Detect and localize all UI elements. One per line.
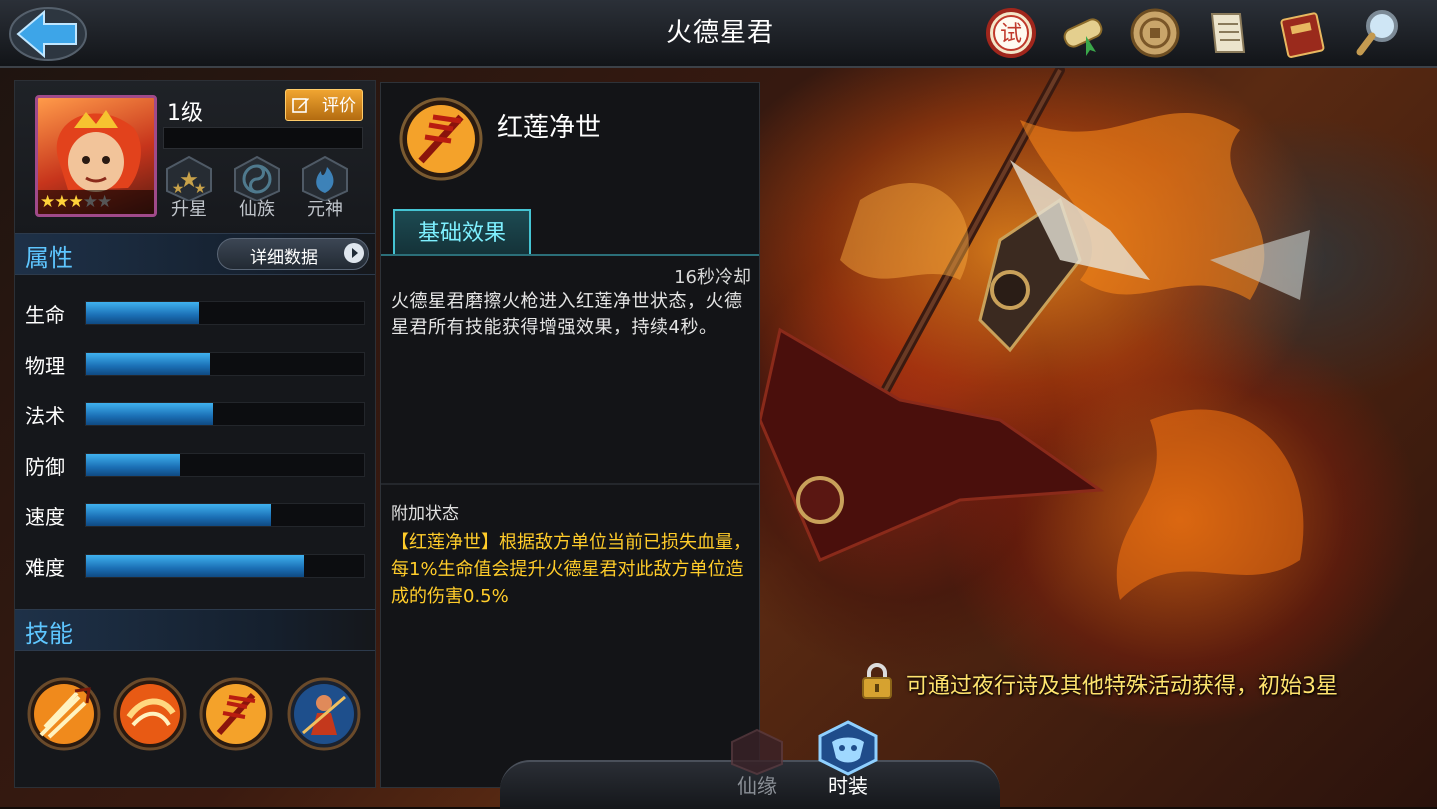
- hero-star-rating: ★★★★★: [38, 190, 154, 214]
- section-divider: [381, 483, 759, 485]
- skill-detail-panel: 红莲净世 基础效果 16秒冷却 火德星君磨擦火枪进入红莲净世状态，火德星君所有技…: [380, 82, 760, 788]
- top-bar: 火德星君 试: [0, 0, 1437, 68]
- document-icon[interactable]: [1200, 6, 1254, 60]
- attribute-row: 生命: [25, 297, 365, 327]
- attribute-name: 生命: [25, 303, 65, 327]
- skill-slot-4[interactable]: [287, 677, 361, 751]
- attribute-name: 难度: [25, 555, 65, 580]
- attribute-row: 难度: [25, 550, 365, 580]
- star-upgrade-label: 升星: [171, 199, 207, 220]
- unlock-notice-text: 可通过夜行诗及其他特殊活动获得，初始3星: [906, 674, 1338, 699]
- attribute-bar-track: [85, 553, 365, 578]
- attribute-name: 速度: [25, 505, 65, 529]
- trial-glyph: 试: [1000, 22, 1022, 47]
- attribute-bar-track: [85, 452, 365, 477]
- attribute-bar-track: [85, 351, 365, 376]
- tab-costume[interactable]: 时装: [812, 720, 884, 806]
- fate-tab-label: 仙缘: [737, 774, 777, 798]
- edit-icon: [292, 98, 309, 113]
- costume-mask-icon: [818, 720, 878, 776]
- trial-icon[interactable]: 试: [984, 6, 1038, 60]
- skill-slot-2[interactable]: [113, 677, 187, 751]
- trident-fire-skill-icon: [27, 677, 101, 751]
- red-lotus-skill-large-icon: [399, 97, 483, 181]
- coin-icon[interactable]: [1128, 6, 1182, 60]
- detail-data-button[interactable]: 详细数据: [217, 238, 369, 270]
- back-button[interactable]: [6, 4, 88, 62]
- attribute-name: 物理: [25, 353, 65, 378]
- attribute-bar-fill: [86, 453, 180, 476]
- extra-status-description: 【红莲净世】根据敌方单位当前已损失血量，每1%生命值会提升火德星君对此敌方单位造…: [391, 532, 751, 607]
- level-progress-bar: [163, 127, 363, 149]
- skills-header: 技能: [15, 609, 375, 651]
- attribute-bar-track: [85, 503, 365, 527]
- attribute-row: 防御: [25, 449, 365, 479]
- attribute-row: 法术: [25, 398, 365, 428]
- skill-name: 红莲净世: [497, 113, 602, 143]
- stars-earned: ★★★: [40, 192, 84, 212]
- race-button[interactable]: 仙族: [229, 155, 285, 225]
- fire-slash-skill-icon: [113, 677, 187, 751]
- fate-tab-icon: [731, 728, 783, 776]
- attribute-bar-fill: [86, 352, 210, 375]
- lock-icon: [862, 663, 892, 699]
- extra-status-title: 附加状态: [391, 504, 459, 524]
- tab-fate[interactable]: 仙缘: [722, 726, 792, 806]
- scroll-icon[interactable]: [1056, 6, 1110, 60]
- rate-button[interactable]: 评价: [285, 89, 363, 121]
- attributes-title: 属性: [25, 244, 73, 272]
- attribute-bar-fill: [86, 554, 304, 577]
- magnifier-icon[interactable]: [1352, 6, 1406, 60]
- spirit-label: 元神: [307, 199, 343, 220]
- fire-warrior-skill-icon: [287, 677, 361, 751]
- book-icon[interactable]: [1276, 6, 1330, 60]
- detail-data-label: 详细数据: [250, 248, 318, 268]
- back-arrow-icon: [9, 7, 87, 61]
- race-label: 仙族: [239, 199, 275, 220]
- hero-portrait[interactable]: ★★★★★: [35, 95, 157, 217]
- skill-cooldown: 16秒冷却: [674, 267, 751, 288]
- tab-underline: [381, 254, 759, 256]
- red-lotus-skill-icon: [199, 677, 273, 751]
- hero-level: 1级: [167, 101, 203, 126]
- attribute-bar-track: [85, 301, 365, 325]
- attribute-bar-fill: [86, 302, 199, 324]
- costume-tab-label: 时装: [828, 774, 868, 798]
- unlock-notice: 可通过夜行诗及其他特殊活动获得，初始3星: [860, 660, 1420, 706]
- attribute-bar-track: [85, 402, 365, 426]
- skill-slot-3[interactable]: [199, 677, 273, 751]
- rate-label: 评价: [322, 96, 356, 116]
- attributes-header: 属性 详细数据: [15, 233, 375, 275]
- spirit-button[interactable]: 元神: [297, 155, 353, 225]
- attribute-name: 防御: [25, 454, 65, 479]
- attribute-row: 速度: [25, 499, 365, 529]
- chevron-right-icon: [344, 243, 364, 263]
- skill-slot-1[interactable]: [27, 677, 101, 751]
- stars-empty: ★★: [82, 192, 113, 212]
- attribute-bar-fill: [86, 504, 271, 526]
- skill-description: 火德星君磨擦火枪进入红莲净世状态，火德星君所有技能获得增强效果，持续4秒。: [391, 291, 743, 338]
- tab-basic-effect[interactable]: 基础效果: [393, 209, 531, 255]
- attribute-name: 法术: [25, 404, 65, 428]
- page-title: 火德星君: [665, 18, 774, 48]
- attribute-row: 物理: [25, 348, 365, 378]
- skills-title: 技能: [25, 620, 73, 648]
- attribute-bar-fill: [86, 403, 213, 425]
- hero-info-panel: ★★★★★ 1级 评价 ★ ★ ★ 升星 仙族 元神 属性 详细数据 生命 物理…: [14, 80, 376, 788]
- hero-summary: ★★★★★ 1级 评价 ★ ★ ★ 升星 仙族 元神: [15, 81, 375, 233]
- star-upgrade-button[interactable]: ★ ★ ★ 升星: [161, 155, 217, 225]
